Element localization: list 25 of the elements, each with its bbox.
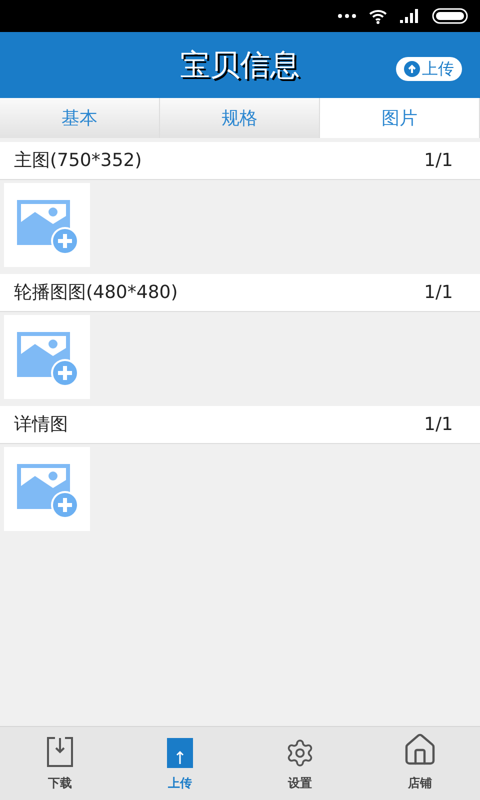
signal-icon	[400, 9, 420, 23]
more-icon	[338, 14, 356, 18]
download-icon	[46, 736, 74, 768]
add-image-button[interactable]	[4, 315, 90, 399]
nav-item[interactable]: 店铺	[360, 727, 480, 800]
wifi-icon	[368, 8, 388, 24]
section-title: 详情图	[14, 413, 68, 437]
add-image-button[interactable]	[4, 447, 90, 531]
tab[interactable]: 图片	[320, 98, 480, 138]
section-title: 轮播图图(480*480)	[14, 281, 178, 305]
upload-icon	[167, 738, 193, 768]
section-title: 主图(750*352)	[14, 149, 142, 173]
tab[interactable]: 基本	[0, 98, 160, 138]
tab[interactable]: 规格	[160, 98, 320, 138]
settings-icon	[285, 738, 315, 768]
upload-button[interactable]: 上传	[396, 57, 462, 81]
image-count: 1/1	[424, 149, 453, 173]
image-count: 1/1	[424, 281, 453, 305]
add-image-button[interactable]	[4, 183, 90, 267]
nav-item[interactable]: 下载	[0, 727, 120, 800]
page-title: 宝贝信息	[180, 46, 300, 84]
nav-item[interactable]: 设置	[240, 727, 360, 800]
nav-item[interactable]: 上传	[120, 727, 240, 800]
battery-icon	[432, 8, 468, 24]
image-count: 1/1	[424, 413, 453, 437]
